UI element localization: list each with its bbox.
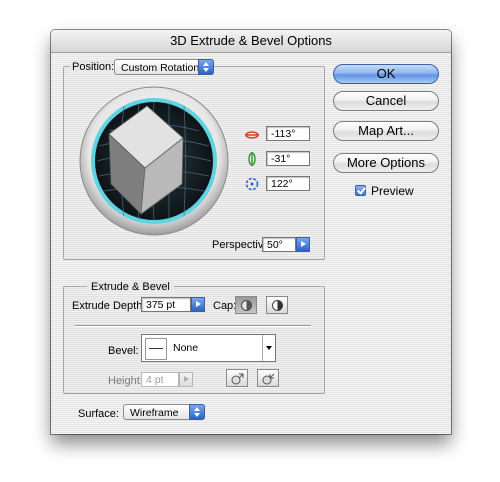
position-popup-value: Custom Rotation: [121, 62, 200, 74]
height-label: Height:: [108, 375, 143, 387]
extrude-depth-field[interactable]: 375 pt: [141, 297, 191, 312]
cancel-button[interactable]: Cancel: [333, 91, 439, 111]
cap-off-icon: [271, 299, 284, 315]
surface-label: Surface:: [78, 408, 119, 420]
more-options-button[interactable]: More Options: [333, 153, 439, 173]
x-axis-rotation-icon: [244, 127, 260, 143]
map-art-button[interactable]: Map Art...: [333, 121, 439, 141]
preview-label: Preview: [371, 184, 414, 198]
cap-off-button[interactable]: [266, 296, 288, 314]
bevel-arrow-glyph: [266, 346, 272, 350]
surface-popup[interactable]: Wireframe: [123, 404, 205, 420]
extrude-bevel-group-label: Extrude & Bevel: [87, 281, 174, 293]
height-slider-arrow[interactable]: [179, 372, 193, 387]
cap-label: Cap:: [213, 300, 237, 312]
cap-on-button[interactable]: [235, 296, 257, 314]
surface-popup-value: Wireframe: [130, 407, 179, 419]
bevel-in-icon: [262, 372, 275, 388]
position-label: Position:: [70, 61, 117, 73]
bevel-in-button[interactable]: [257, 369, 279, 387]
cap-on-icon: [240, 299, 253, 315]
extrude-depth-label: Extrude Depth:: [72, 300, 146, 312]
perspective-field[interactable]: 50°: [262, 237, 296, 252]
bevel-dropdown-arrow-icon: [262, 335, 275, 361]
x-axis-rotation-field[interactable]: -113°: [266, 126, 310, 141]
position-popup[interactable]: Custom Rotation: [114, 59, 214, 75]
z-axis-rotation-field[interactable]: 122°: [266, 176, 310, 191]
popup-arrows-icon: [198, 59, 214, 75]
bevel-out-icon: [231, 372, 244, 388]
z-axis-rotation-icon: [244, 176, 260, 192]
extrude-bevel-dialog: 3D Extrude & Bevel Options Position: Cus…: [51, 30, 451, 434]
bevel-value: None: [173, 342, 199, 354]
bevel-popup[interactable]: None: [141, 334, 276, 362]
track-cube-graphic: [79, 86, 229, 236]
window-title: 3D Extrude & Bevel Options: [51, 30, 451, 53]
bevel-out-button[interactable]: [226, 369, 248, 387]
divider: [75, 325, 311, 327]
preview-checkbox[interactable]: [355, 185, 366, 196]
height-field[interactable]: 4 pt: [141, 372, 179, 387]
bevel-swatch: [145, 338, 167, 360]
y-axis-rotation-field[interactable]: -31°: [266, 151, 310, 166]
perspective-slider-arrow[interactable]: [296, 237, 310, 252]
surface-popup-arrows-icon: [189, 404, 205, 420]
y-axis-rotation-icon: [244, 151, 260, 167]
track-cube[interactable]: [79, 86, 229, 236]
extrude-depth-slider-arrow[interactable]: [191, 297, 205, 312]
ok-button[interactable]: OK: [333, 64, 439, 84]
bevel-label: Bevel:: [108, 345, 139, 357]
bevel-swatch-line: [149, 348, 163, 349]
